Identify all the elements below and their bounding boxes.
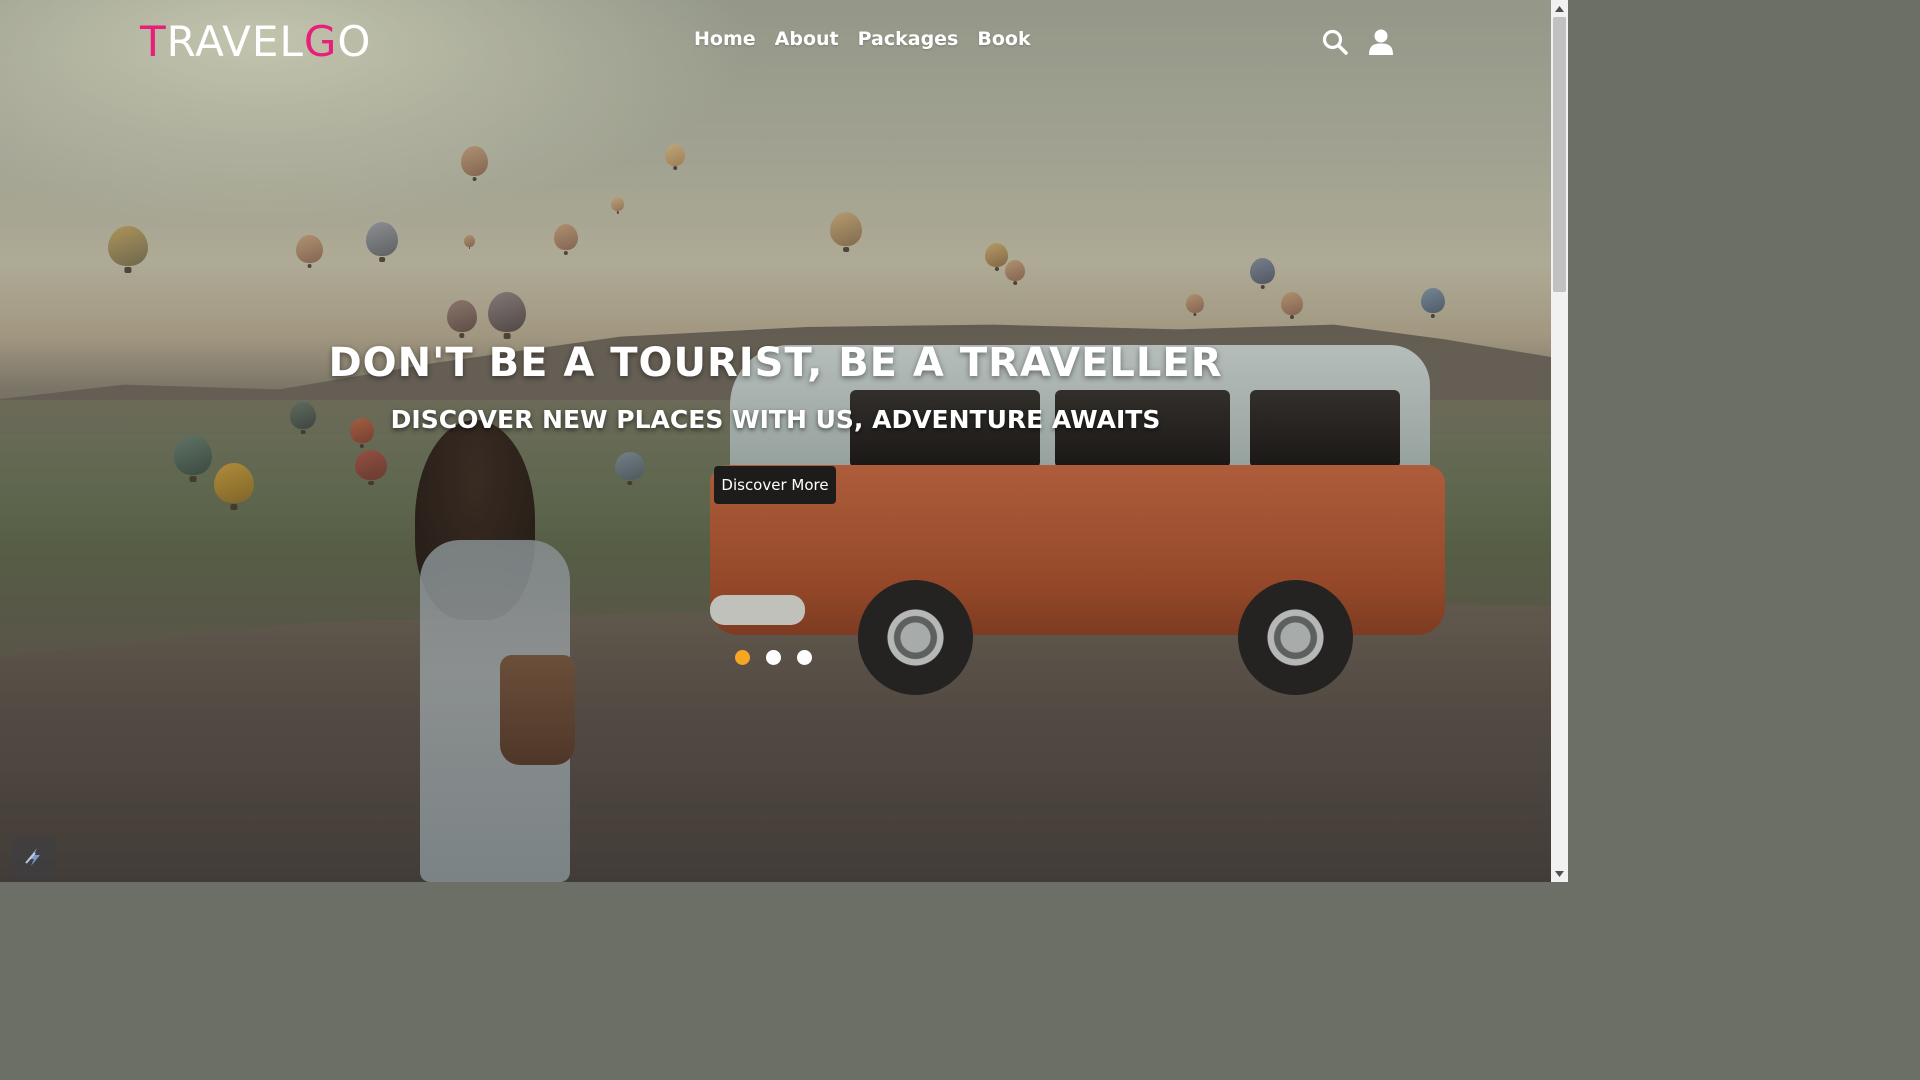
hero-subtitle: DISCOVER NEW PLACES WITH US, ADVENTURE A… [390, 405, 1161, 434]
discover-more-button[interactable]: Discover More [714, 466, 836, 504]
site-logo[interactable]: TRAVELGO [140, 18, 371, 66]
lightning-icon [25, 848, 40, 866]
scroll-up-arrow[interactable] [1551, 0, 1568, 17]
floating-widget-button[interactable] [12, 836, 56, 878]
hero-background [0, 0, 1551, 882]
main-nav: Home About Packages Book [694, 28, 1031, 50]
hero-title: DON'T BE A TOURIST, BE A TRAVELLER [328, 340, 1223, 386]
navbar: TRAVELGO Home About Packages Book [0, 0, 1551, 86]
nav-link-packages[interactable]: Packages [858, 28, 959, 50]
nav-link-book[interactable]: Book [977, 28, 1030, 50]
user-icon[interactable] [1367, 28, 1395, 56]
vertical-scrollbar[interactable] [1551, 0, 1568, 882]
carousel-dot-1[interactable] [735, 650, 750, 665]
carousel-indicators [735, 650, 812, 665]
carousel-dot-3[interactable] [797, 650, 812, 665]
carousel-dot-2[interactable] [766, 650, 781, 665]
scroll-down-arrow[interactable] [1551, 865, 1568, 882]
scrollbar-thumb[interactable] [1553, 17, 1566, 292]
nav-link-about[interactable]: About [775, 28, 839, 50]
nav-link-home[interactable]: Home [694, 28, 756, 50]
search-icon[interactable] [1321, 28, 1349, 56]
